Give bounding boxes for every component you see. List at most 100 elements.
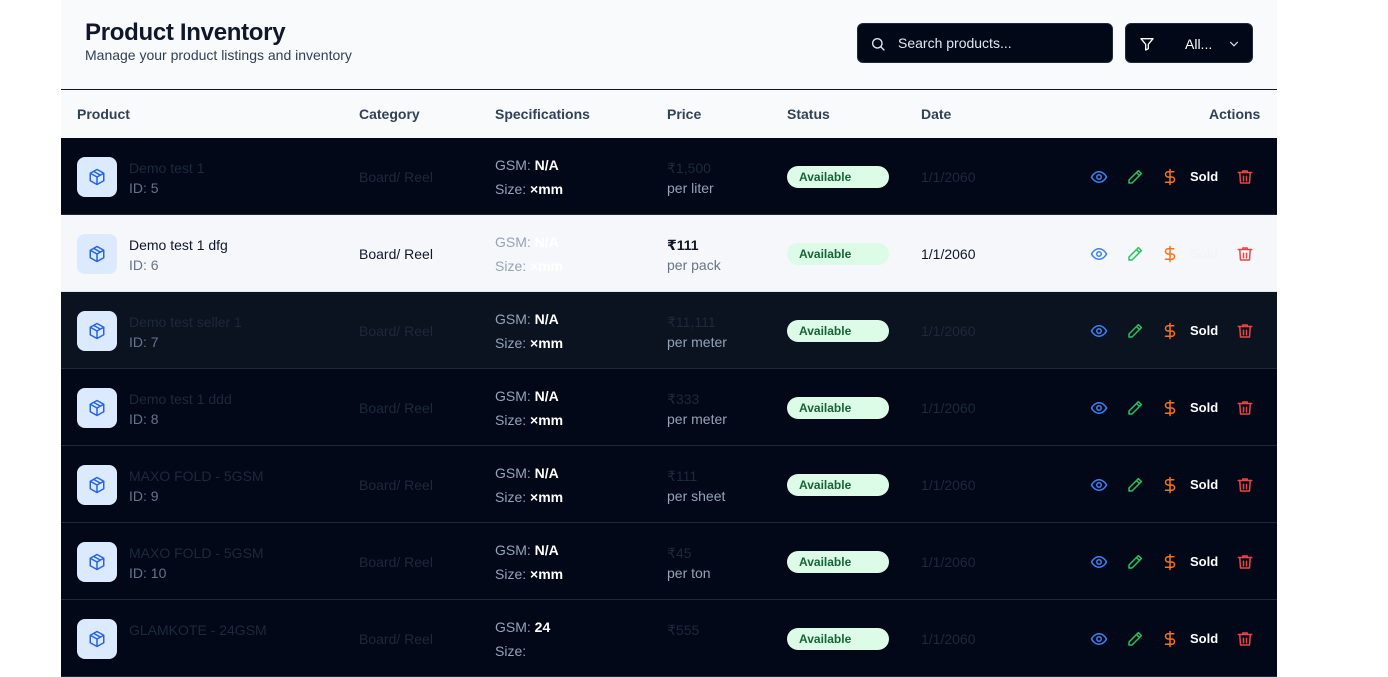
column-header-product[interactable]: Product	[77, 106, 130, 122]
gsm-label: GSM:	[495, 234, 531, 250]
trash-icon[interactable]	[1236, 630, 1254, 648]
size-value: ×mm	[530, 181, 564, 197]
column-header-category[interactable]: Category	[359, 106, 420, 122]
edit-icon[interactable]	[1126, 476, 1144, 494]
product-id: ID: 9	[129, 488, 159, 504]
gsm-value: N/A	[534, 157, 559, 173]
table-row[interactable]: GLAMKOTE - 24GSM Board/ Reel GSM: 24 Siz…	[61, 600, 1277, 677]
dollar-icon[interactable]	[1161, 168, 1179, 186]
trash-icon[interactable]	[1236, 322, 1254, 340]
mark-sold-button[interactable]: Sold	[1190, 246, 1218, 261]
size-label: Size:	[495, 412, 527, 428]
status-filter-select[interactable]: All...	[1125, 23, 1253, 63]
column-header-date[interactable]: Date	[921, 106, 951, 122]
edit-icon[interactable]	[1126, 245, 1144, 263]
spec-size: Size:	[495, 643, 526, 659]
package-icon	[89, 553, 105, 571]
dollar-icon[interactable]	[1161, 476, 1179, 494]
product-price: ₹111	[667, 468, 698, 484]
trash-icon[interactable]	[1236, 168, 1254, 186]
product-name: MAXO FOLD - 5GSM	[129, 545, 264, 561]
product-name: Demo test 1 ddd	[129, 391, 232, 407]
mark-sold-button[interactable]: Sold	[1190, 400, 1218, 415]
product-price: ₹111	[667, 237, 699, 253]
trash-icon[interactable]	[1236, 245, 1254, 263]
product-thumbnail	[77, 542, 117, 582]
gsm-value: N/A	[534, 388, 559, 404]
table-row[interactable]: Demo test 1 ID: 5 Board/ Reel GSM: N/A S…	[61, 138, 1277, 215]
price-unit: per ton	[667, 565, 711, 581]
inventory-panel: Product Inventory Manage your product li…	[61, 0, 1277, 677]
column-header-status[interactable]: Status	[787, 106, 830, 122]
size-label: Size:	[495, 335, 527, 351]
spec-gsm: GSM: N/A	[495, 542, 559, 558]
table-row[interactable]: MAXO FOLD - 5GSM ID: 10 Board/ Reel GSM:…	[61, 523, 1277, 600]
mark-sold-button[interactable]: Sold	[1190, 323, 1218, 338]
trash-icon[interactable]	[1236, 553, 1254, 571]
mark-sold-button[interactable]: Sold	[1190, 554, 1218, 569]
mark-sold-button[interactable]: Sold	[1190, 477, 1218, 492]
page-subtitle: Manage your product listings and invento…	[85, 47, 352, 63]
gsm-value: N/A	[534, 542, 559, 558]
edit-icon[interactable]	[1126, 399, 1144, 417]
dollar-icon[interactable]	[1161, 630, 1179, 648]
view-icon[interactable]	[1090, 245, 1108, 263]
page-header: Product Inventory Manage your product li…	[61, 0, 1277, 90]
package-icon	[89, 168, 105, 186]
table-row[interactable]: MAXO FOLD - 5GSM ID: 9 Board/ Reel GSM: …	[61, 446, 1277, 523]
status-badge: Available	[787, 166, 889, 188]
product-name: MAXO FOLD - 5GSM	[129, 468, 264, 484]
view-icon[interactable]	[1090, 630, 1108, 648]
view-icon[interactable]	[1090, 168, 1108, 186]
dollar-icon[interactable]	[1161, 322, 1179, 340]
dollar-icon[interactable]	[1161, 245, 1179, 263]
spec-gsm: GSM: N/A	[495, 465, 559, 481]
edit-icon[interactable]	[1126, 553, 1144, 571]
status-badge: Available	[787, 474, 889, 496]
package-icon	[89, 476, 105, 494]
chevron-down-icon	[1229, 41, 1239, 47]
product-price: ₹11,111	[667, 314, 716, 330]
package-icon	[89, 399, 105, 417]
gsm-value: N/A	[534, 234, 559, 250]
size-value: ×mm	[530, 412, 564, 428]
search-icon	[872, 38, 885, 51]
column-header-price[interactable]: Price	[667, 106, 701, 122]
product-category: Board/ Reel	[359, 246, 433, 262]
edit-icon[interactable]	[1126, 630, 1144, 648]
view-icon[interactable]	[1090, 399, 1108, 417]
product-thumbnail	[77, 619, 117, 659]
column-header-actions: Actions	[1209, 106, 1261, 122]
trash-icon[interactable]	[1236, 476, 1254, 494]
product-category: Board/ Reel	[359, 631, 433, 647]
product-id: ID: 8	[129, 411, 159, 427]
column-header-specifications[interactable]: Specifications	[495, 106, 590, 122]
table-row[interactable]: Demo test 1 ddd ID: 8 Board/ Reel GSM: N…	[61, 369, 1277, 446]
edit-icon[interactable]	[1126, 168, 1144, 186]
spec-size: Size: ×mm	[495, 335, 563, 351]
status-badge: Available	[787, 243, 889, 265]
filter-icon	[1140, 38, 1154, 51]
dollar-icon[interactable]	[1161, 553, 1179, 571]
product-id: ID: 7	[129, 334, 159, 350]
size-value: ×mm	[530, 258, 564, 274]
table-row[interactable]: Demo test seller 1 ID: 7 Board/ Reel GSM…	[61, 292, 1277, 369]
trash-icon[interactable]	[1236, 399, 1254, 417]
product-date: 1/1/2060	[921, 246, 976, 262]
dollar-icon[interactable]	[1161, 399, 1179, 417]
view-icon[interactable]	[1090, 476, 1108, 494]
product-date: 1/1/2060	[921, 554, 976, 570]
view-icon[interactable]	[1090, 553, 1108, 571]
status-badge: Available	[787, 551, 889, 573]
product-price: ₹1,500	[667, 160, 711, 176]
price-unit: per meter	[667, 334, 727, 350]
mark-sold-button[interactable]: Sold	[1190, 169, 1218, 184]
edit-icon[interactable]	[1126, 322, 1144, 340]
search-input[interactable]	[898, 24, 1103, 62]
product-date: 1/1/2060	[921, 631, 976, 647]
gsm-label: GSM:	[495, 311, 531, 327]
table-row[interactable]: Demo test 1 dfg ID: 6 Board/ Reel GSM: N…	[61, 215, 1277, 292]
search-box[interactable]	[857, 23, 1113, 63]
view-icon[interactable]	[1090, 322, 1108, 340]
product-id: ID: 6	[129, 257, 159, 273]
